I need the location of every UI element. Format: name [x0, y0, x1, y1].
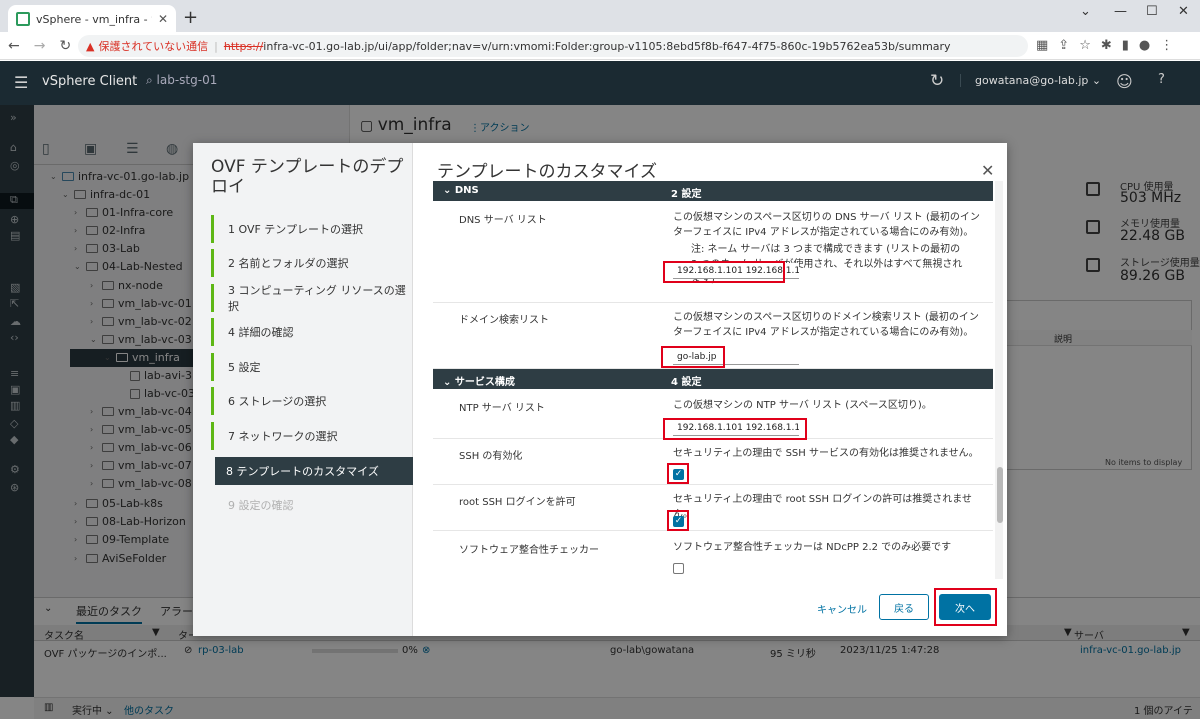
window-close-button[interactable]: ✕ — [1178, 4, 1189, 19]
bookmark-star-icon[interactable]: ☆ — [1079, 38, 1091, 53]
dns-group-count: 2 設定 — [671, 189, 702, 200]
dns-servers-row: DNS サーバ リスト この仮想マシンのスペース区切りの DNS サーバ リスト… — [433, 201, 993, 303]
integrity-checker-description: ソフトウェア整合性チェッカーは NDcPP 2.2 でのみ必要です — [673, 542, 952, 553]
user-name: gowatana@go-lab.jp — [975, 74, 1089, 87]
dns-group-name: ⌄ DNS — [443, 185, 479, 196]
dns-servers-highlight — [663, 261, 785, 283]
next-button-highlight — [934, 588, 997, 626]
service-group-header[interactable]: ⌄ サービス構成 4 設定 — [433, 369, 993, 389]
chevron-down-icon: ⌄ — [443, 185, 452, 196]
hamburger-menu-icon[interactable]: ☰ — [14, 73, 28, 92]
root-ssh-highlight — [667, 510, 689, 531]
reload-icon[interactable]: ↻ — [59, 38, 71, 54]
browser-menu-icon[interactable]: ⋮ — [1160, 38, 1173, 53]
back-arrow-icon[interactable]: ← — [8, 38, 20, 54]
refresh-icon[interactable]: ↻ — [930, 71, 944, 91]
dns-group-header[interactable]: ⌄ DNS 2 設定 — [433, 181, 993, 201]
ssh-highlight — [667, 463, 689, 484]
close-icon[interactable]: ✕ — [981, 161, 994, 180]
integrity-checker-label: ソフトウェア整合性チェッカー — [459, 545, 599, 556]
separator: | — [214, 39, 218, 53]
ssh-row: SSH の有効化 セキュリティ上の理由で SSH サービスの有効化は推奨されませ… — [433, 439, 993, 485]
browser-toolbar: ← → ↻ ▲ 保護されていない通信 | https:// infra-vc-0… — [0, 32, 1200, 60]
url-scheme: https:// — [223, 39, 264, 53]
wizard-step-9: 9 設定の確認 — [228, 499, 294, 512]
user-menu[interactable]: gowatana@go-lab.jp ⌄ — [960, 74, 1101, 87]
profile-avatar-icon[interactable]: ● — [1139, 38, 1150, 53]
wizard-title: OVF テンプレートのデプロイ — [211, 157, 404, 197]
security-warning-text: 保護されていない通信 — [98, 40, 209, 53]
wizard-step-1[interactable]: 1 OVF テンプレートの選択 — [211, 215, 413, 243]
vsphere-header: ☰ vSphere Client ⌕ lab-stg-01 ↻ gowatana… — [0, 61, 1200, 105]
vsphere-brand: vSphere Client — [42, 74, 138, 89]
service-group-name-text: サービス構成 — [454, 377, 515, 388]
dns-servers-description: この仮想マシンのスペース区切りの DNS サーバ リスト (最初のインターフェイ… — [673, 212, 980, 238]
domain-search-highlight — [661, 346, 725, 368]
wizard-steps-panel: OVF テンプレートのデプロイ 1 OVF テンプレートの選択 2 名前とフォル… — [193, 143, 413, 636]
search-icon: ⌕ — [146, 73, 157, 87]
warning-triangle-icon: ▲ — [86, 39, 95, 53]
address-bar[interactable]: ▲ 保護されていない通信 | https:// infra-vc-01.go-l… — [78, 35, 1028, 57]
wizard-page-title: テンプレートのカスタマイズ — [437, 162, 657, 182]
browser-tab[interactable]: vSphere - vm_infra - サマリ ✕ — [8, 5, 176, 32]
wizard-step-7[interactable]: 7 ネットワークの選択 — [211, 422, 413, 450]
ssh-description: セキュリティ上の理由で SSH サービスの有効化は推奨されません。 — [673, 448, 979, 459]
user-menu-caret-icon: ⌄ — [1091, 74, 1102, 87]
new-tab-button[interactable]: + — [183, 7, 198, 28]
forward-arrow-icon[interactable]: → — [34, 38, 46, 54]
extensions-puzzle-icon[interactable]: ✱ — [1101, 38, 1112, 53]
dns-group-name-text: DNS — [454, 185, 479, 196]
form-scrollbar-thumb[interactable] — [997, 467, 1003, 523]
global-search-text: lab-stg-01 — [156, 73, 218, 87]
root-ssh-description: セキュリティ上の理由で root SSH ログインの許可は推奨されません。 — [673, 494, 972, 520]
cancel-button[interactable]: キャンセル — [817, 601, 867, 616]
service-group-count: 4 設定 — [671, 377, 702, 388]
chevron-down-icon: ⌄ — [443, 377, 452, 388]
wizard-step-4[interactable]: 4 詳細の確認 — [211, 318, 413, 346]
browser-tab-strip: vSphere - vm_infra - サマリ ✕ + ⌄ — ☐ ✕ — [0, 0, 1200, 32]
wizard-step-3[interactable]: 3 コンピューティング リソースの選択 — [211, 284, 413, 313]
browser-extension-area: ▦ ⇪ ☆ ✱ ▮ ● ⋮ — [1036, 38, 1173, 53]
browser-tab-title: vSphere - vm_infra - サマリ — [36, 12, 152, 26]
help-icon[interactable]: ? — [1158, 72, 1165, 87]
chevron-down-icon[interactable]: ⌄ — [1080, 4, 1091, 19]
maximize-button[interactable]: ☐ — [1146, 4, 1158, 19]
url-text: infra-vc-01.go-lab.jp/ui/app/folder;nav=… — [263, 39, 951, 53]
integrity-checker-row: ソフトウェア整合性チェッカー ソフトウェア整合性チェッカーは NDcPP 2.2… — [433, 531, 993, 579]
wizard-step-6[interactable]: 6 ストレージの選択 — [211, 387, 413, 415]
wizard-step-2[interactable]: 2 名前とフォルダの選択 — [211, 249, 413, 277]
share-icon[interactable]: ⇪ — [1058, 38, 1069, 53]
vsphere-favicon-icon — [16, 11, 30, 26]
tab-close-icon[interactable]: ✕ — [158, 12, 168, 26]
sidepanel-icon[interactable]: ▮ — [1122, 38, 1129, 53]
feedback-smiley-icon[interactable]: ☺ — [1116, 72, 1133, 91]
ssh-label: SSH の有効化 — [459, 451, 523, 462]
ntp-highlight — [663, 418, 807, 440]
ntp-label: NTP サーバ リスト — [459, 403, 545, 414]
service-group-name: ⌄ サービス構成 — [443, 373, 515, 388]
customize-template-form: ⌄ DNS 2 設定 DNS サーバ リスト この仮想マシンのスペース区切りの … — [433, 181, 993, 579]
back-button[interactable]: 戻る — [879, 594, 929, 620]
dns-servers-label: DNS サーバ リスト — [459, 215, 547, 226]
integrity-checker-checkbox[interactable] — [673, 563, 684, 574]
root-ssh-label: root SSH ログインを許可 — [459, 497, 576, 508]
ntp-description: この仮想マシンの NTP サーバ リスト (スペース区切り)。 — [673, 400, 932, 411]
domain-search-description: この仮想マシンのスペース区切りのドメイン検索リスト (最初のインターフェイスに … — [673, 312, 979, 338]
deploy-ovf-wizard: OVF テンプレートのデプロイ 1 OVF テンプレートの選択 2 名前とフォル… — [193, 143, 1007, 636]
wizard-step-5[interactable]: 5 設定 — [211, 353, 413, 381]
translate-icon[interactable]: ▦ — [1036, 38, 1048, 53]
global-search[interactable]: ⌕ lab-stg-01 — [146, 73, 217, 88]
root-ssh-row: root SSH ログインを許可 セキュリティ上の理由で root SSH ログ… — [433, 485, 993, 531]
wizard-step-8-active[interactable]: 8 テンプレートのカスタマイズ — [215, 457, 413, 485]
minimize-button[interactable]: — — [1114, 4, 1127, 19]
domain-search-label: ドメイン検索リスト — [459, 315, 549, 326]
